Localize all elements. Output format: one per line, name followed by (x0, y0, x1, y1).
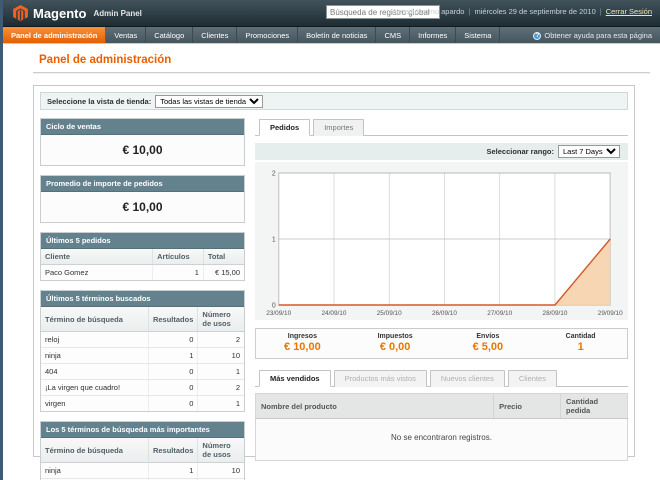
col-header-qty: Cantidad pedida (561, 394, 628, 419)
cell-customer: Paco Gomez (41, 265, 153, 281)
nav-reports[interactable]: Informes (410, 27, 456, 43)
lifetime-sales-value: € 10,00 (41, 135, 244, 165)
header-user-area: Accedió como apardo|miércoles 29 de sept… (392, 7, 652, 16)
help-globe-icon: ? (533, 32, 541, 40)
last-orders-box: Últimos 5 pedidos Cliente Artículos Tota… (40, 232, 245, 281)
top-search-terms-title: Los 5 términos de búsqueda más important… (41, 422, 244, 438)
tab-most-viewed[interactable]: Productos más vistos (334, 370, 427, 387)
top-search-terms-box: Los 5 términos de búsqueda más important… (40, 421, 245, 480)
col-header: Resultados (148, 438, 197, 463)
col-header: Total (203, 249, 244, 265)
svg-text:29/09/10: 29/09/10 (598, 310, 623, 317)
table-row[interactable]: ninja110 (41, 348, 244, 364)
top-search-terms-table: Término de búsqueda Resultados Número de… (41, 438, 244, 480)
tab-customers[interactable]: Clientes (508, 370, 557, 387)
nav-customers[interactable]: Clientes (193, 27, 237, 43)
average-orders-title: Promedio de importe de pedidos (41, 176, 244, 192)
col-header: Artículos (153, 249, 204, 265)
svg-text:27/09/10: 27/09/10 (487, 310, 512, 317)
col-header: Resultados (148, 307, 197, 332)
store-view-select[interactable]: Todas las vistas de tienda (155, 95, 263, 108)
svg-text:1: 1 (272, 236, 276, 243)
logout-link[interactable]: Cerrar Sesión (606, 7, 652, 16)
help-label: Obtener ayuda para esta página (544, 31, 652, 40)
area-chart: 0 1 2 23/09/10 24/09/10 25/09/10 26/09/10 27/09… (257, 166, 626, 318)
col-header-product: Nombre del producto (256, 394, 494, 419)
bestsellers-table: Nombre del producto Precio Cantidad pedi… (255, 393, 628, 461)
table-row[interactable]: virgen01 (41, 396, 244, 412)
last-search-terms-box: Últimos 5 términos buscados Término de b… (40, 290, 245, 412)
svg-text:25/09/10: 25/09/10 (377, 310, 402, 317)
col-header: Término de búsqueda (41, 307, 148, 332)
magento-admin-dashboard: Magento Admin Panel Accedió como apardo|… (0, 0, 660, 480)
nav-cms[interactable]: CMS (376, 27, 410, 43)
svg-text:2: 2 (272, 170, 276, 177)
lifetime-sales-title: Ciclo de ventas (41, 119, 244, 135)
cell-items: 1 (153, 265, 204, 281)
empty-records-message: No se encontraron registros. (256, 419, 628, 461)
last-orders-title: Últimos 5 pedidos (41, 233, 244, 249)
orders-chart: 0 1 2 23/09/10 24/09/10 25/09/10 26/09/10 27/09… (255, 162, 628, 320)
svg-text:24/09/10: 24/09/10 (322, 310, 347, 317)
table-row[interactable]: ¡La virgen que cuadro!02 (41, 380, 244, 396)
nav-system[interactable]: Sistema (456, 27, 500, 43)
svg-text:28/09/10: 28/09/10 (543, 310, 568, 317)
logo: Magento Admin Panel (3, 5, 142, 21)
average-orders-value: € 10,00 (41, 192, 244, 222)
col-header: Cliente (41, 249, 153, 265)
grid-tabs: Más vendidos Productos más vistos Nuevos… (255, 369, 628, 387)
table-row[interactable]: reloj02 (41, 332, 244, 348)
logged-in-as: Accedió como apardo (392, 7, 465, 16)
nav-sales[interactable]: Ventas (106, 27, 146, 43)
lifetime-sales-box: Ciclo de ventas € 10,00 (40, 118, 245, 166)
dashboard-sidebar: Ciclo de ventas € 10,00 Promedio de impo… (40, 118, 245, 480)
stat-shipping: Envíos € 5,00 (442, 333, 535, 353)
store-view-bar: Seleccione la vista de tienda: Todas las… (40, 92, 628, 110)
get-help-link[interactable]: ? Obtener ayuda para esta página (533, 27, 652, 44)
header: Magento Admin Panel Accedió como apardo|… (3, 0, 660, 27)
page-title: Panel de administración (39, 54, 660, 66)
col-header: Término de búsqueda (41, 438, 148, 463)
logo-title: Magento (33, 6, 86, 21)
nav-promotions[interactable]: Promociones (237, 27, 298, 43)
last-orders-table: Cliente Artículos Total Paco Gomez 1 € 1… (41, 249, 244, 280)
nav-dashboard[interactable]: Panel de administración (3, 27, 106, 43)
svg-text:0: 0 (272, 302, 276, 309)
average-orders-box: Promedio de importe de pedidos € 10,00 (40, 175, 245, 223)
main-nav: Panel de administración Ventas Catálogo … (3, 27, 660, 44)
range-label: Seleccionar rango: (486, 147, 554, 156)
col-header-price: Precio (494, 394, 561, 419)
nav-catalog[interactable]: Catálogo (146, 27, 193, 43)
current-date: miércoles 29 de septiembre de 2010 (474, 7, 595, 16)
cell-total: € 15,00 (203, 265, 244, 281)
tab-orders[interactable]: Pedidos (259, 119, 310, 136)
col-header: Número de usos (198, 438, 244, 463)
table-row[interactable]: ninja110 (41, 463, 244, 479)
last-search-terms-table: Término de búsqueda Resultados Número de… (41, 307, 244, 411)
logo-subtitle: Admin Panel (93, 9, 141, 18)
col-header: Número de usos (198, 307, 244, 332)
last-search-terms-title: Últimos 5 términos buscados (41, 291, 244, 307)
range-select[interactable]: Last 7 Days (558, 145, 620, 158)
stat-tax: Impuestos € 0,00 (349, 333, 442, 353)
magento-logo-icon (13, 5, 28, 21)
svg-text:26/09/10: 26/09/10 (432, 310, 457, 317)
tab-bestsellers[interactable]: Más vendidos (259, 370, 331, 387)
tab-amounts[interactable]: Importes (313, 119, 364, 136)
svg-text:23/09/10: 23/09/10 (266, 310, 291, 317)
title-divider (33, 72, 650, 74)
dashboard-main-panel: Pedidos Importes Seleccionar rango: Last… (255, 118, 628, 480)
table-row[interactable]: 40401 (41, 364, 244, 380)
table-row[interactable]: Paco Gomez 1 € 15,00 (41, 265, 244, 281)
dashboard-content: Seleccione la vista de tienda: Todas las… (33, 85, 635, 457)
store-view-label: Seleccione la vista de tienda: (47, 97, 151, 106)
tab-new-customers[interactable]: Nuevos clientes (430, 370, 505, 387)
nav-newsletter[interactable]: Boletín de noticias (298, 27, 376, 43)
stat-quantity: Cantidad 1 (534, 333, 627, 353)
totals-bar: Ingresos € 10,00 Impuestos € 0,00 Envíos… (255, 328, 628, 359)
stat-revenue: Ingresos € 10,00 (256, 333, 349, 353)
range-selector-bar: Seleccionar rango: Last 7 Days (255, 143, 628, 160)
chart-tabs: Pedidos Importes (255, 118, 628, 136)
